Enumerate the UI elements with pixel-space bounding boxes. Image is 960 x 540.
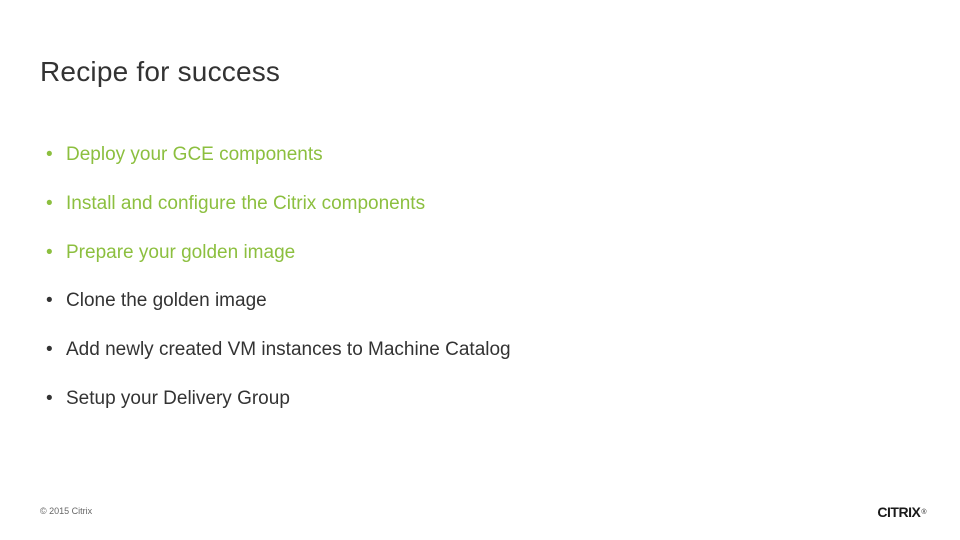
- slide-title: Recipe for success: [40, 56, 920, 88]
- bullet-item: Clone the golden image: [46, 290, 920, 313]
- bullet-item: Add newly created VM instances to Machin…: [46, 339, 920, 362]
- logo-registered: ®: [921, 509, 926, 516]
- bullet-list: Deploy your GCE components Install and c…: [40, 144, 920, 411]
- logo-text: C: [877, 504, 887, 520]
- bullet-item: Install and configure the Citrix compone…: [46, 193, 920, 216]
- citrix-logo: CITRIX®: [877, 504, 926, 520]
- bullet-item: Deploy your GCE components: [46, 144, 920, 167]
- slide: Recipe for success Deploy your GCE compo…: [0, 0, 960, 540]
- bullet-item: Setup your Delivery Group: [46, 388, 920, 411]
- logo-text: TR: [890, 504, 908, 520]
- logo-text: X: [911, 504, 920, 520]
- bullet-item: Prepare your golden image: [46, 242, 920, 265]
- copyright-footer: © 2015 Citrix: [40, 506, 92, 516]
